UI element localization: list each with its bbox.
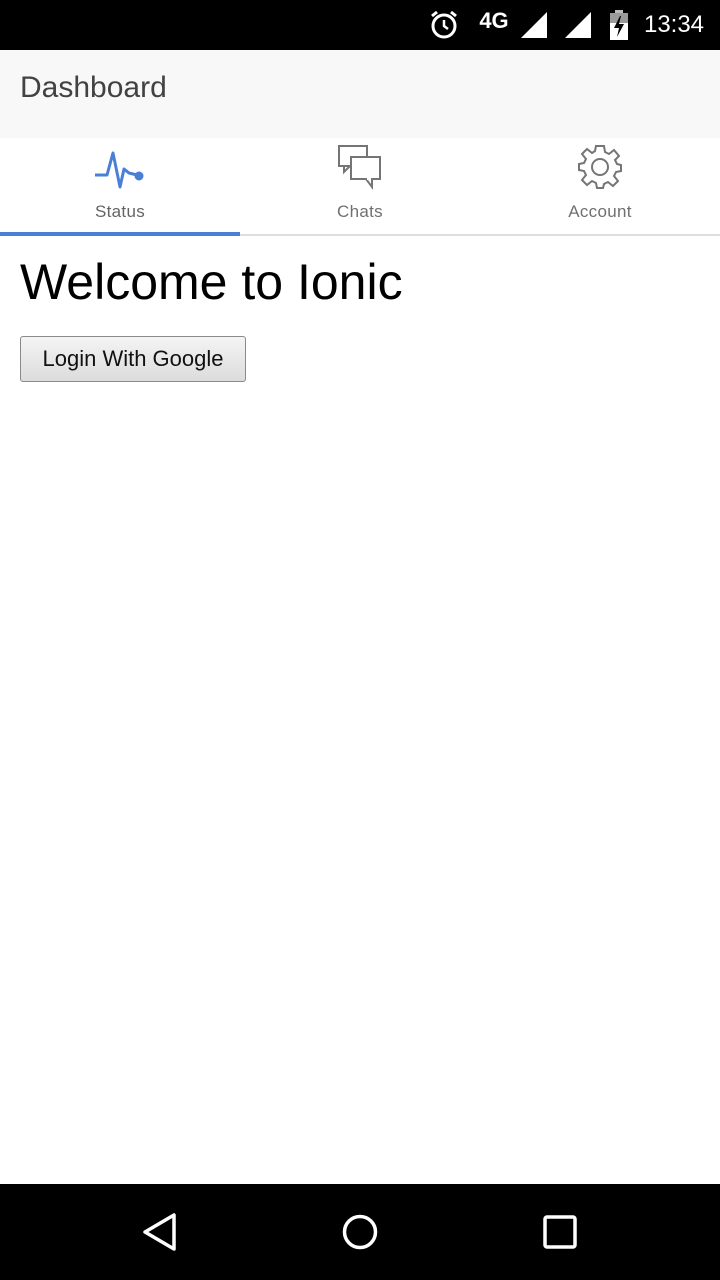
tab-status[interactable]: Status (0, 138, 240, 236)
gear-icon (573, 140, 627, 194)
clock-time: 13:34 (643, 11, 705, 38)
status-bar: 4G 13:34 (0, 0, 720, 50)
tab-label-status: Status (95, 202, 145, 221)
home-icon[interactable] (334, 1206, 386, 1258)
tab-label-account: Account (568, 202, 632, 221)
alarm-icon (426, 0, 462, 50)
tab-chats[interactable]: Chats (240, 138, 480, 234)
signal-icon (518, 0, 550, 50)
back-icon[interactable] (134, 1206, 186, 1258)
recents-icon[interactable] (534, 1206, 586, 1258)
header-toolbar: Dashboard (0, 50, 720, 138)
tab-account[interactable]: Account (480, 138, 720, 234)
welcome-heading: Welcome to Ionic (20, 254, 403, 310)
battery-charging-icon (606, 0, 632, 50)
tab-bar: Status Chats Account (0, 138, 720, 236)
login-with-google-button[interactable]: Login With Google (20, 336, 246, 382)
page-title: Dashboard (20, 71, 167, 104)
main-content: Welcome to Ionic Login With Google (0, 236, 720, 1184)
system-navigation-bar (0, 1184, 720, 1280)
network-type: 4G (479, 8, 509, 33)
tab-label-chats: Chats (337, 202, 383, 221)
signal-icon (562, 0, 594, 50)
pulse-icon (93, 140, 147, 194)
chat-bubbles-icon (333, 140, 387, 194)
